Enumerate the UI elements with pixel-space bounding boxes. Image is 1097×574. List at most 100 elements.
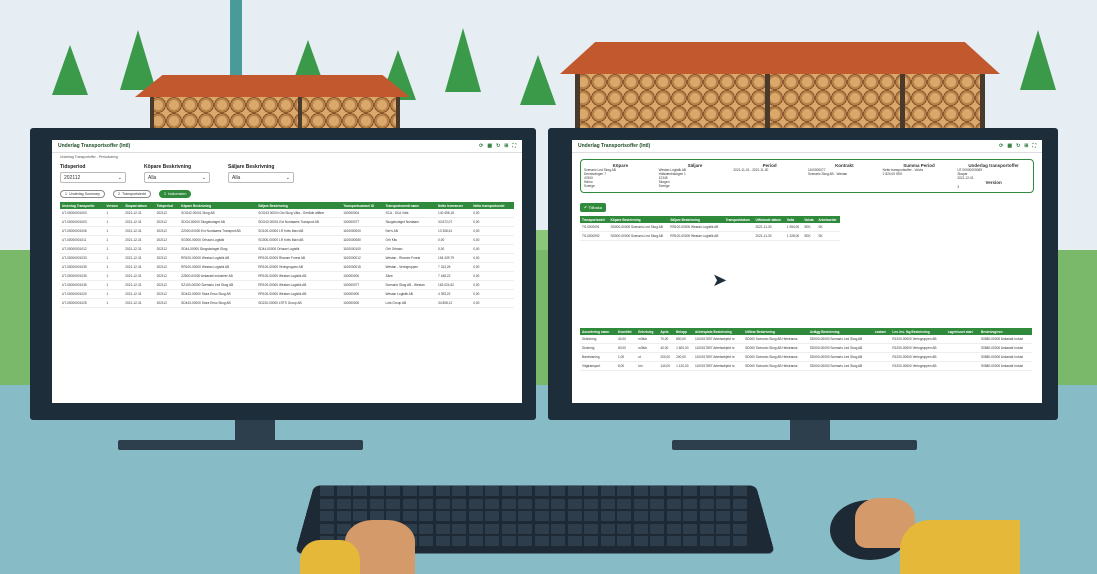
table-row[interactable]: UT-00000001003 1 2021-12-31 202112 SOG42 000… bbox=[60, 209, 514, 218]
column-header[interactable]: Enhetsleg bbox=[636, 328, 659, 335]
table-row[interactable]: Skördning 40,00 m3fub 70,00 800,00 1100017897… bbox=[580, 335, 1032, 344]
table-cell: R1200-00000 Veringruppen AB bbox=[890, 361, 946, 371]
column-header[interactable]: Utförar Beskrivning bbox=[743, 328, 808, 335]
column-header[interactable]: Netto leveranser bbox=[436, 202, 472, 209]
table-cell: 202112 bbox=[154, 298, 180, 308]
table-row[interactable]: UT-00000001020 1 2021-12-31 202112 SD443-000… bbox=[60, 289, 514, 299]
table-row[interactable]: UT-00000001006 1 2021-12-31 202112 ZZ000-000… bbox=[60, 226, 514, 236]
table-cell: 202112 bbox=[154, 235, 180, 245]
column-header[interactable]: Apris bbox=[658, 328, 675, 335]
table-icon[interactable]: ⊞ bbox=[504, 143, 508, 149]
column-header[interactable]: Version bbox=[104, 202, 124, 209]
column-header[interactable]: Transportsedel bbox=[580, 216, 609, 223]
keyboard-key bbox=[485, 511, 499, 521]
table-row[interactable]: Barrkvisning 1,00 st 200,00 200,00 1100017897… bbox=[580, 352, 1032, 362]
table-row[interactable]: Skotning 50,00 m3fub 40,00 1 600,00 110001789… bbox=[580, 343, 1032, 353]
excel-icon[interactable]: ▦ bbox=[487, 143, 492, 149]
table-cell: 2021-12-31 bbox=[123, 280, 155, 290]
column-header[interactable]: Valuta bbox=[802, 216, 817, 223]
column-header[interactable]: Säljare Beskrivning bbox=[256, 202, 342, 209]
table-cell bbox=[945, 361, 979, 371]
table-cell: SD44-00000 Orhaan Logistik bbox=[256, 244, 342, 254]
column-header[interactable]: Netto transportsedel bbox=[471, 202, 514, 209]
column-header[interactable]: Transportdatum bbox=[723, 216, 754, 223]
column-header[interactable]: Lastare bbox=[872, 328, 891, 335]
filter-label: Säljare Beskrivning bbox=[228, 164, 275, 170]
table-body: Skördning 40,00 m3fub 70,00 800,00 1100017897… bbox=[580, 335, 1032, 371]
shed-post bbox=[900, 74, 905, 134]
step-number: 3 bbox=[163, 192, 166, 196]
keyboard-key bbox=[435, 536, 450, 546]
column-header[interactable]: Tidsperiod bbox=[154, 202, 180, 209]
refresh-icon[interactable]: ⟳ bbox=[999, 143, 1003, 149]
log-pile-left bbox=[150, 97, 400, 132]
tidsperiod-select[interactable]: 202112 ⌄ bbox=[60, 172, 126, 183]
keyboard-key bbox=[320, 511, 334, 521]
table-cell bbox=[723, 223, 754, 232]
reload-icon[interactable]: ↻ bbox=[1016, 143, 1020, 149]
table-icon[interactable]: ⊞ bbox=[1024, 143, 1028, 149]
keyboard-key bbox=[584, 536, 598, 546]
table-row[interactable]: UT-00000001012 1 2021-12-31 202112 SD44-0000… bbox=[60, 244, 514, 254]
column-header[interactable]: Köpare Beskrivning bbox=[179, 202, 257, 209]
keyboard-key bbox=[435, 486, 450, 496]
column-header[interactable]: Skapad datum bbox=[123, 202, 155, 209]
table-row[interactable]: UT-00000001035 1 2021-12-31 202112 RR100-000… bbox=[60, 262, 514, 272]
keyboard-key bbox=[584, 511, 598, 521]
table-row[interactable]: UT-00000001033 1 2021-12-31 202112 RR100-000… bbox=[60, 253, 514, 263]
fullscreen-icon[interactable]: ⛶ bbox=[512, 143, 516, 149]
column-header[interactable]: Säljare Beskrivning bbox=[668, 216, 724, 223]
keyboard-key bbox=[435, 523, 450, 534]
column-header[interactable]: Arbetsorder bbox=[816, 216, 840, 223]
table-cell: Westan - Rhamm Forest bbox=[383, 253, 437, 263]
right-screen-title: Underlag Transportsoffer (Intl) bbox=[578, 143, 651, 149]
column-header[interactable]: Transportsområ namn bbox=[383, 202, 437, 209]
kopare-select[interactable]: Alla ⌄ bbox=[144, 172, 210, 183]
table-cell: 1100017897 Arbetsobjekt nr bbox=[693, 343, 744, 353]
column-header[interactable]: Kvantitet bbox=[615, 328, 637, 335]
table-cell: 1 bbox=[104, 289, 124, 299]
column-header[interactable]: Avlägg Beskrivning bbox=[807, 328, 873, 335]
table-cell: 1100000015 bbox=[341, 262, 384, 272]
refresh-icon[interactable]: ⟳ bbox=[479, 143, 483, 149]
keyboard-key bbox=[468, 536, 483, 546]
step-label: Transportsledd bbox=[121, 192, 146, 196]
table-row[interactable]: UT-00000001035 1 2021-12-31 202112 SZ100-000… bbox=[60, 280, 514, 290]
table-cell: 2021-12-31 bbox=[123, 209, 155, 218]
table-row[interactable]: TS-0000092 SD000-00000 Scenario Led Skog … bbox=[580, 231, 840, 241]
column-header[interactable]: Utförande datum bbox=[753, 216, 785, 223]
filter-label: Köpare Beskrivning bbox=[144, 164, 192, 170]
table-cell: 200,00 bbox=[658, 352, 675, 362]
table-row[interactable]: UT-00000001025 1 2021-12-31 202112 SD443-000… bbox=[60, 298, 514, 308]
column-header[interactable]: Belopp bbox=[674, 328, 693, 335]
table-cell: 70,00 bbox=[658, 335, 675, 344]
table-cell: 2021-11-30 bbox=[753, 223, 785, 232]
tree-illustration bbox=[1020, 30, 1056, 90]
column-header[interactable]: Underlag Transportör bbox=[60, 202, 105, 209]
reload-icon[interactable]: ↻ bbox=[496, 143, 500, 149]
keyboard-key bbox=[732, 523, 747, 534]
fullscreen-icon[interactable]: ⛶ bbox=[1032, 143, 1036, 149]
table-row[interactable]: UT-00000001011 1 2021-12-31 202112 SG000-000… bbox=[60, 235, 514, 245]
excel-icon[interactable]: ▦ bbox=[1007, 143, 1012, 149]
column-header[interactable]: Lev. ins. fkg Beskrivning bbox=[890, 328, 946, 335]
column-header[interactable]: Lagerhuset start bbox=[945, 328, 979, 335]
column-header[interactable]: Arbetsplats Beskrivning bbox=[693, 328, 744, 335]
back-button[interactable]: ↶ Tillbaka bbox=[580, 203, 607, 212]
step-2[interactable]: 2 Transportsledd bbox=[112, 190, 151, 198]
step-1[interactable]: 1 Underlag Summary bbox=[60, 190, 105, 198]
table-row[interactable]: UT-00000001035 1 2021-12-31 202112 ZZ800-000… bbox=[60, 271, 514, 281]
column-header[interactable]: Volla bbox=[784, 216, 803, 223]
column-header[interactable]: Transportsummel ID bbox=[341, 202, 384, 209]
column-header[interactable]: Assortering namn bbox=[580, 328, 616, 335]
table-row[interactable]: UT-00000001003 1 2021-12-31 202112 SDG4-0000… bbox=[60, 217, 514, 227]
saljare-select[interactable]: Alla ⌄ bbox=[228, 172, 294, 183]
keyboard-key bbox=[518, 486, 532, 496]
table-cell: RR100-00000 Westan Logistik AB bbox=[256, 271, 342, 281]
table-row[interactable]: Vägtransport 8,00 km 140,00 1 120,00 11000178… bbox=[580, 361, 1032, 371]
table-cell: 100000004 bbox=[341, 209, 384, 218]
table-row[interactable]: TS-0000091 SD000-00000 Scenario Led Skog … bbox=[580, 223, 840, 232]
column-header[interactable]: Köpare Beskrivning bbox=[608, 216, 669, 223]
column-header[interactable]: Beskrivsgiven bbox=[979, 328, 1032, 335]
step-3[interactable]: 3 Indkomsten bbox=[158, 190, 192, 198]
